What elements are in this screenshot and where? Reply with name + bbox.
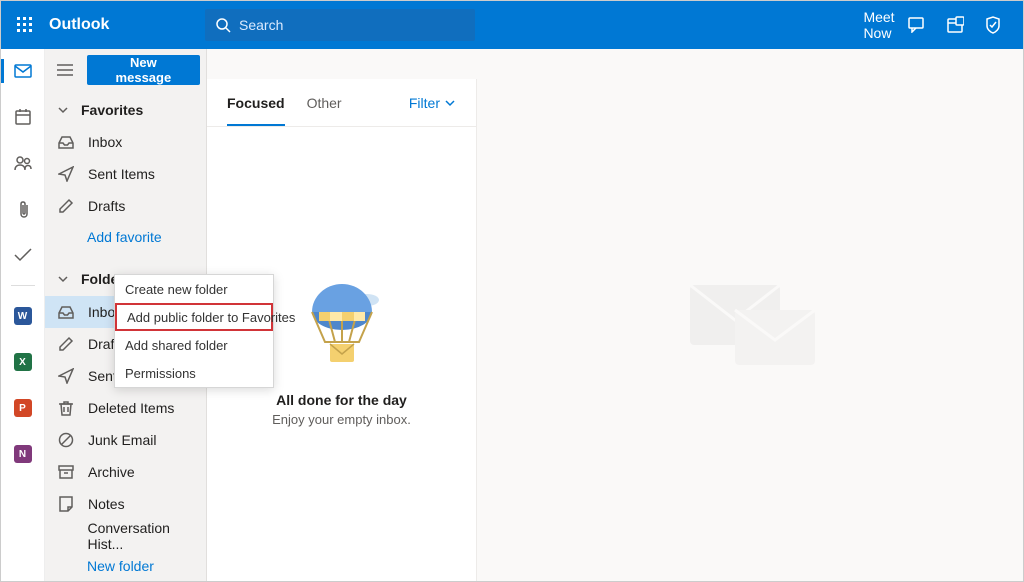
rail-word-icon[interactable]: W [7, 300, 39, 332]
favorites-header[interactable]: Favorites [45, 93, 206, 126]
block-icon [57, 432, 75, 448]
favorite-item[interactable]: Inbox [45, 126, 206, 158]
rail-onenote-icon[interactable]: N [7, 438, 39, 470]
folder-item[interactable]: Archive [45, 456, 206, 488]
send-icon [57, 368, 75, 384]
empty-subtitle: Enjoy your empty inbox. [272, 412, 411, 427]
draft-icon [57, 336, 75, 352]
chevron-down-icon [57, 273, 69, 285]
nav-item-label: Deleted Items [88, 400, 174, 416]
new-message-button[interactable]: New message [87, 55, 200, 85]
add-favorite-link[interactable]: Add favorite [45, 222, 206, 251]
nav-item-label: Drafts [88, 198, 125, 214]
inbox-icon [57, 305, 75, 319]
nav-item-label: Junk Email [88, 432, 156, 448]
app-rail: W X P N [1, 49, 45, 581]
chevron-down-icon [444, 97, 456, 109]
context-menu: Create new folderAdd public folder to Fa… [114, 274, 274, 388]
meet-now-button[interactable]: Meet Now [869, 15, 889, 35]
app-title: Outlook [49, 16, 199, 34]
inbox-icon [57, 135, 75, 149]
nav-item-label: Inbox [88, 134, 122, 150]
search-input[interactable] [239, 17, 420, 33]
tips-icon[interactable] [983, 15, 1003, 35]
folder-item[interactable]: Deleted Items [45, 392, 206, 424]
empty-title: All done for the day [276, 392, 407, 408]
tab-other[interactable]: Other [307, 79, 342, 126]
archive-icon [57, 465, 75, 479]
app-header: Outlook Meet Now [1, 1, 1023, 49]
folder-item[interactable]: Junk Email [45, 424, 206, 456]
rail-powerpoint-icon[interactable]: P [7, 392, 39, 424]
trash-icon [57, 400, 75, 416]
folder-item[interactable]: Conversation Hist... [45, 520, 206, 552]
context-menu-item[interactable]: Add shared folder [115, 331, 273, 359]
rail-calendar-icon[interactable] [7, 101, 39, 133]
nav-item-label: Sent Items [88, 166, 155, 182]
context-menu-item[interactable]: Permissions [115, 359, 273, 387]
search-icon [215, 17, 231, 33]
nav-item-label: Notes [88, 496, 125, 512]
filter-button[interactable]: Filter [409, 95, 456, 111]
envelope-icon [680, 255, 820, 375]
nav-item-label: Conversation Hist... [87, 520, 206, 552]
context-menu-item[interactable]: Create new folder [115, 275, 273, 303]
folder-item[interactable]: Notes [45, 488, 206, 520]
note-icon [57, 496, 75, 512]
rail-todo-icon[interactable] [7, 239, 39, 271]
nav-item-label: Archive [88, 464, 135, 480]
chat-icon[interactable] [907, 15, 927, 35]
reading-pane [477, 49, 1023, 581]
favorite-item[interactable]: Drafts [45, 190, 206, 222]
new-folder-link[interactable]: New folder [45, 552, 206, 581]
context-menu-item[interactable]: Add public folder to Favorites [115, 303, 273, 331]
app-launcher-icon[interactable] [9, 9, 41, 41]
rail-people-icon[interactable] [7, 147, 39, 179]
empty-illustration [302, 282, 382, 382]
rail-excel-icon[interactable]: X [7, 346, 39, 378]
chevron-down-icon [57, 104, 69, 116]
day-icon[interactable] [945, 15, 965, 35]
search-box[interactable] [205, 9, 475, 41]
rail-files-icon[interactable] [7, 193, 39, 225]
rail-mail-icon[interactable] [7, 55, 39, 87]
favorite-item[interactable]: Sent Items [45, 158, 206, 190]
send-icon [57, 166, 75, 182]
tab-focused[interactable]: Focused [227, 79, 285, 126]
draft-icon [57, 198, 75, 214]
hamburger-icon[interactable] [51, 56, 79, 84]
